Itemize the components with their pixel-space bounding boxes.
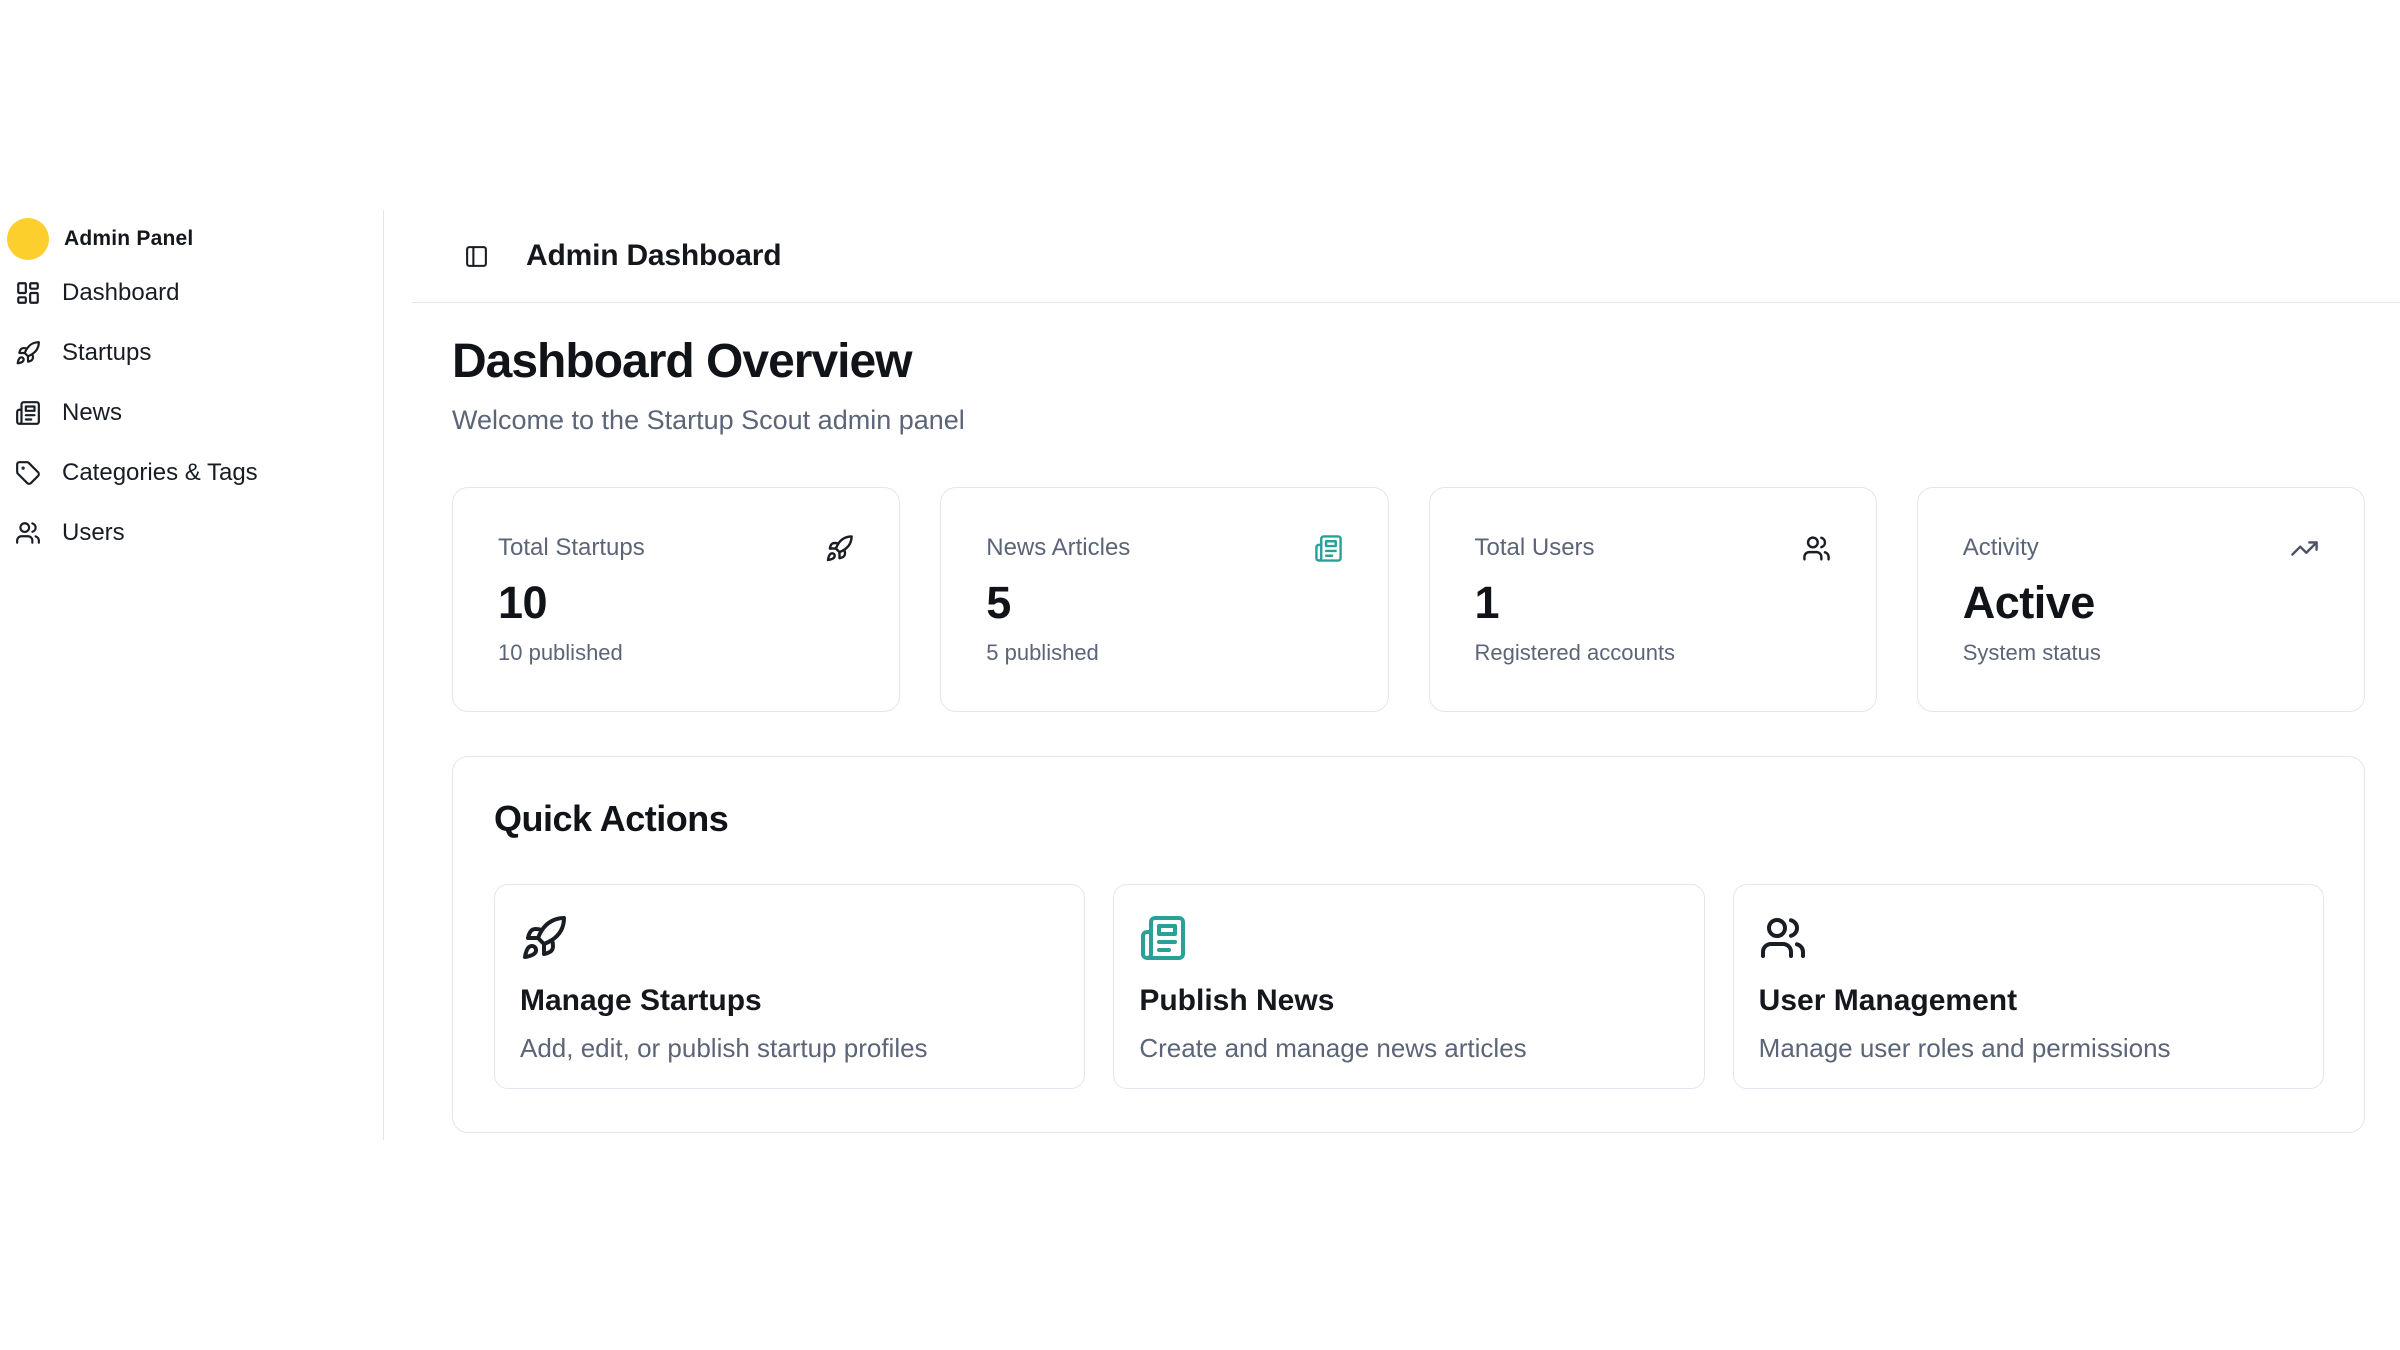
sidebar-brand: Admin Panel <box>7 218 383 260</box>
rocket-icon <box>520 914 568 962</box>
stat-value: 1 <box>1475 580 1831 625</box>
rocket-icon <box>15 340 41 366</box>
layout-dashboard-icon <box>15 280 41 306</box>
stat-label: News Articles <box>986 534 1130 562</box>
brand-name: Admin Panel <box>64 227 193 251</box>
action-title: Manage Startups <box>520 986 1058 1016</box>
stat-card-header: Total Startups <box>498 534 854 563</box>
sidebar-item-label: Users <box>62 521 125 545</box>
action-description: Manage user roles and permissions <box>1759 1033 2297 1064</box>
stat-card-total-startups: Total Startups 10 10 published <box>452 487 900 712</box>
sidebar-item-label: Categories & Tags <box>62 461 258 485</box>
newspaper-icon <box>1139 914 1187 962</box>
admin-app: Admin Panel Dashboard Startups News <box>0 0 2400 1350</box>
stat-label: Total Startups <box>498 534 645 562</box>
stat-card-header: Total Users <box>1475 534 1831 563</box>
dashboard-content: Dashboard Overview Welcome to the Startu… <box>384 303 2400 1133</box>
stat-subtext: Registered accounts <box>1475 640 1831 666</box>
stat-card-total-users: Total Users 1 Registered accounts <box>1429 487 1877 712</box>
users-icon <box>1802 534 1831 563</box>
sidebar-item-label: News <box>62 401 122 425</box>
action-card-manage-startups[interactable]: Manage Startups Add, edit, or publish st… <box>494 884 1085 1089</box>
stat-card-news-articles: News Articles 5 5 published <box>940 487 1388 712</box>
newspaper-icon <box>1314 534 1343 563</box>
stat-label: Total Users <box>1475 534 1595 562</box>
sidebar-item-categories-tags[interactable]: Categories & Tags <box>0 443 383 503</box>
quick-actions-panel: Quick Actions Manage Startups Add, edit,… <box>452 756 2365 1133</box>
stat-value: 5 <box>986 580 1342 625</box>
sidebar-item-dashboard[interactable]: Dashboard <box>0 263 383 323</box>
action-card-publish-news[interactable]: Publish News Create and manage news arti… <box>1113 884 1704 1089</box>
sidebar-item-startups[interactable]: Startups <box>0 323 383 383</box>
rocket-icon <box>825 534 854 563</box>
sidebar-item-news[interactable]: News <box>0 383 383 443</box>
newspaper-icon <box>15 400 41 426</box>
sidebar-toggle-button[interactable] <box>464 244 489 269</box>
tag-icon <box>15 460 41 486</box>
action-title: Publish News <box>1139 986 1677 1016</box>
stat-value: 10 <box>498 580 854 625</box>
stat-label: Activity <box>1963 534 2039 562</box>
stat-subtext: System status <box>1963 640 2319 666</box>
brand-logo-icon <box>7 218 49 260</box>
sidebar-item-label: Startups <box>62 341 151 365</box>
trending-up-icon <box>2290 534 2319 563</box>
quick-actions-title: Quick Actions <box>494 801 2324 837</box>
stat-card-header: Activity <box>1963 534 2319 563</box>
quick-actions-row: Manage Startups Add, edit, or publish st… <box>494 884 2324 1089</box>
sidebar-item-users[interactable]: Users <box>0 503 383 563</box>
stats-row: Total Startups 10 10 published News Arti… <box>452 487 2365 712</box>
users-icon <box>15 520 41 546</box>
stat-value: Active <box>1963 580 2319 625</box>
topbar: Admin Dashboard <box>412 210 2400 303</box>
panel-left-icon <box>464 244 489 269</box>
sidebar-item-label: Dashboard <box>62 281 179 305</box>
sidebar-menu: Dashboard Startups News Categories & Tag… <box>0 263 383 563</box>
stat-card-header: News Articles <box>986 534 1342 563</box>
main-area: Admin Dashboard Dashboard Overview Welco… <box>384 210 2400 1133</box>
action-card-user-management[interactable]: User Management Manage user roles and pe… <box>1733 884 2324 1089</box>
stat-subtext: 10 published <box>498 640 854 666</box>
stat-subtext: 5 published <box>986 640 1342 666</box>
sidebar: Admin Panel Dashboard Startups News <box>0 210 384 1140</box>
action-description: Add, edit, or publish startup profiles <box>520 1033 1058 1064</box>
overview-subtitle: Welcome to the Startup Scout admin panel <box>452 403 2365 438</box>
action-title: User Management <box>1759 986 2297 1016</box>
overview-title: Dashboard Overview <box>452 333 2365 391</box>
action-description: Create and manage news articles <box>1139 1033 1677 1064</box>
page-title: Admin Dashboard <box>526 239 781 273</box>
users-icon <box>1759 914 1807 962</box>
stat-card-activity: Activity Active System status <box>1917 487 2365 712</box>
